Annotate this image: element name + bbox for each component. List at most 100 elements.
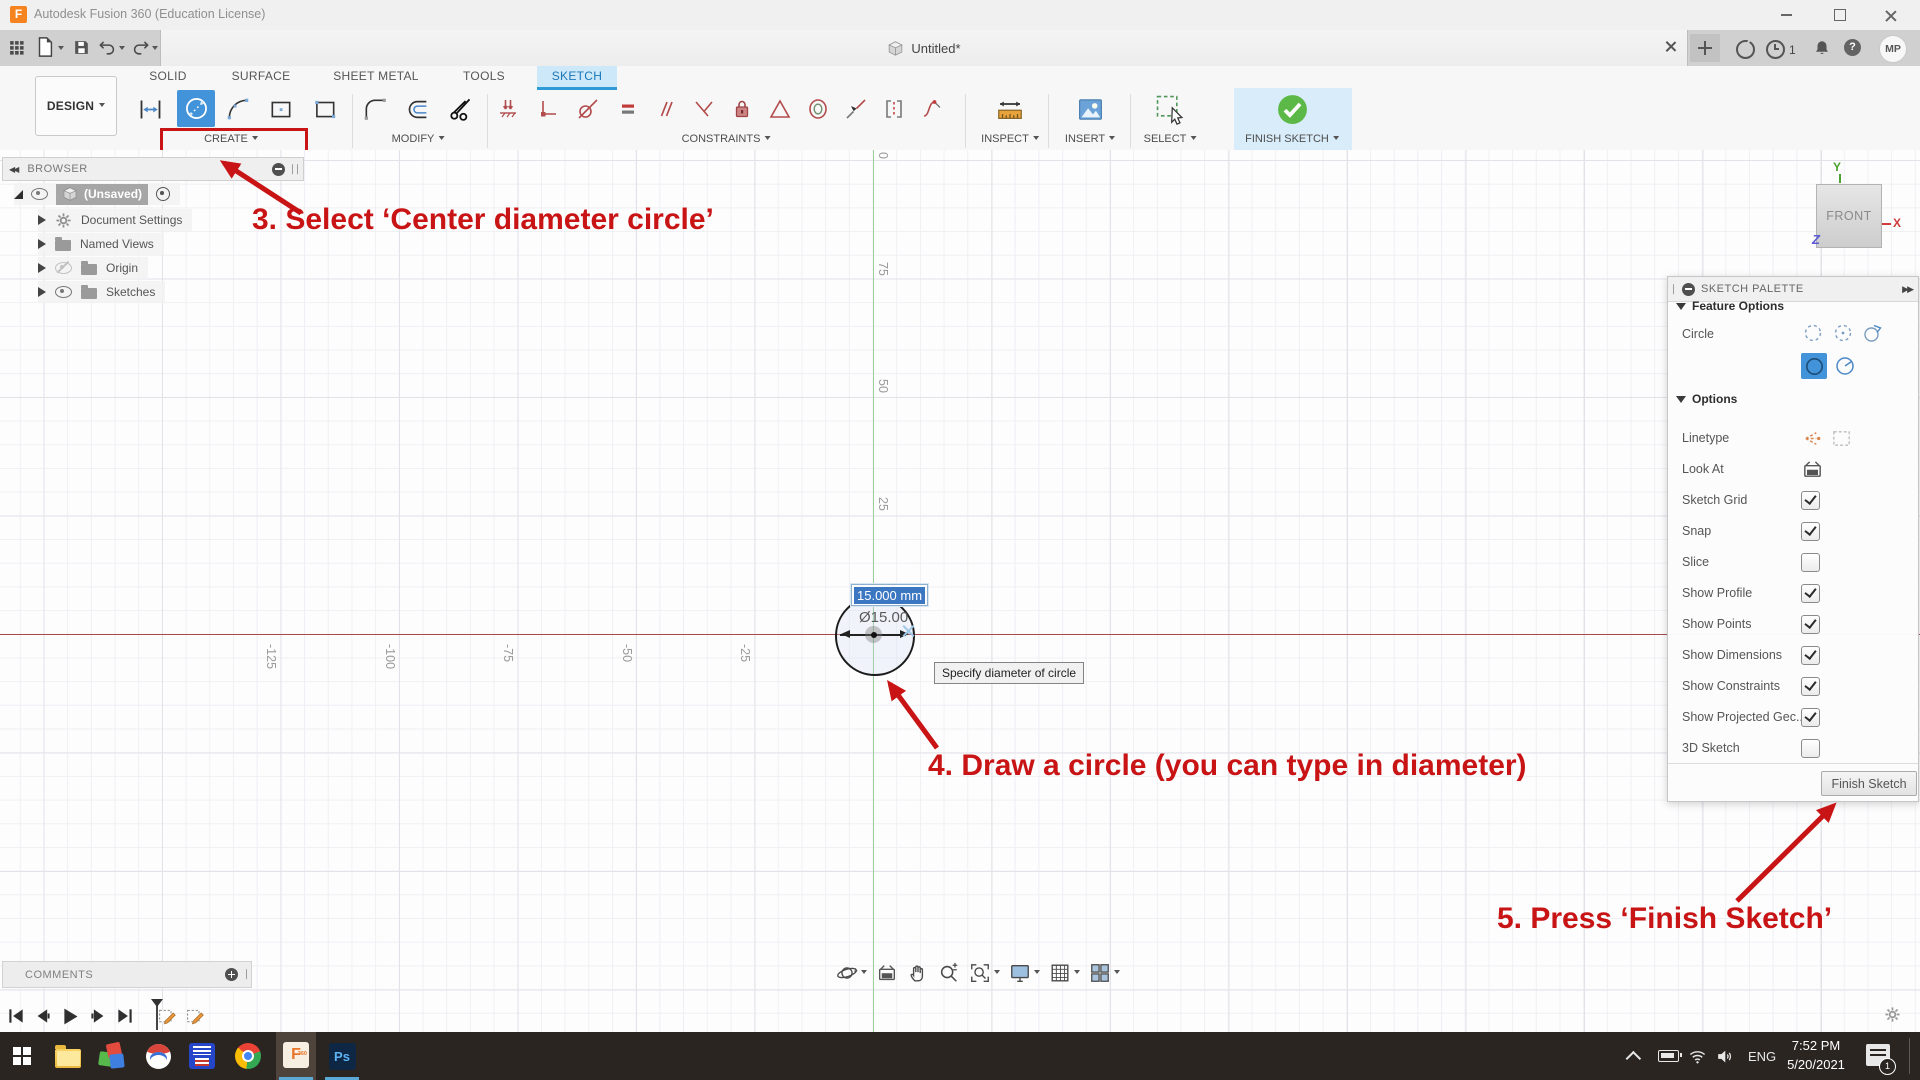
browser-item-origin[interactable]: Origin <box>38 257 148 279</box>
visibility-eye-icon[interactable] <box>31 188 48 200</box>
redo-button[interactable] <box>131 38 150 57</box>
avatar[interactable]: MP <box>1879 35 1907 63</box>
section-options[interactable]: Options <box>1676 392 1737 406</box>
browser-item-named-views[interactable]: Named Views <box>38 233 164 255</box>
step-forward-button[interactable] <box>88 1006 108 1026</box>
browser-item-unsaved[interactable]: (Unsaved) <box>14 183 180 205</box>
document-tab[interactable]: Untitled* <box>160 30 1688 66</box>
app-grid-button[interactable] <box>8 39 25 56</box>
comments-bar[interactable]: COMMENTS ∣ <box>2 961 252 988</box>
tab-tools[interactable]: TOOLS <box>463 69 505 83</box>
play-button[interactable] <box>60 1006 81 1027</box>
trim-tool[interactable] <box>443 92 477 126</box>
workspace-selector-design[interactable]: DESIGN <box>35 76 117 136</box>
circle-option-1-icon[interactable] <box>1801 321 1825 345</box>
timeline-position-marker[interactable] <box>156 999 158 1030</box>
diameter-input[interactable]: 15.000 mm <box>851 584 928 606</box>
go-to-start-button[interactable] <box>6 1006 26 1026</box>
snap-checkbox[interactable] <box>1801 522 1820 541</box>
blue-app-button[interactable] <box>180 1032 224 1080</box>
group-finish-sketch[interactable]: FINISH SKETCH <box>1245 133 1339 145</box>
offset-tool[interactable] <box>401 92 435 126</box>
tray-chevron-button[interactable] <box>1630 1032 1641 1080</box>
file-menu-button[interactable] <box>34 36 56 58</box>
browser-item-document-settings[interactable]: Document Settings <box>38 209 192 231</box>
collapsed-node-icon[interactable] <box>38 239 46 249</box>
constraint-coincident[interactable] <box>531 92 565 126</box>
group-modify[interactable]: MODIFY <box>392 133 445 145</box>
browser-item-sketches[interactable]: Sketches <box>38 281 165 303</box>
center-rectangle-tool[interactable] <box>264 92 298 126</box>
visibility-eye-icon[interactable] <box>55 286 72 298</box>
circle-option-3-icon[interactable] <box>1861 321 1885 345</box>
finish-sketch-palette-button[interactable]: Finish Sketch <box>1821 771 1917 796</box>
file-explorer-button[interactable] <box>46 1032 90 1080</box>
panel-grip-icon[interactable]: ∣ <box>244 969 249 980</box>
finish-sketch-button[interactable] <box>1275 92 1309 126</box>
group-insert[interactable]: INSERT <box>1065 133 1115 145</box>
help-button[interactable]: ? <box>1844 39 1861 56</box>
grid-settings-button[interactable] <box>1049 962 1080 984</box>
tab-sheet-metal[interactable]: SHEET METAL <box>333 69 419 83</box>
paint3d-button[interactable] <box>90 1032 134 1080</box>
show-profile-checkbox[interactable] <box>1801 584 1820 603</box>
extensions-button[interactable] <box>1736 40 1755 59</box>
3d-sketch-checkbox[interactable] <box>1801 739 1820 758</box>
fit-button[interactable] <box>969 962 1000 984</box>
dock-arrows-icon[interactable]: ▶▶ <box>1902 284 1912 295</box>
panel-minimize-icon[interactable] <box>1682 283 1695 296</box>
viewports-button[interactable] <box>1089 962 1120 984</box>
constraint-horizontal-vertical[interactable] <box>491 92 525 126</box>
clock-tray[interactable]: 7:52 PM 5/20/2021 <box>1780 1032 1852 1080</box>
show-points-checkbox[interactable] <box>1801 615 1820 634</box>
photoshop-button[interactable]: Ps <box>320 1032 364 1080</box>
new-tab-button[interactable] <box>1690 34 1720 62</box>
view-cube[interactable]: FRONT <box>1816 184 1882 248</box>
volume-indicator[interactable] <box>1715 1032 1734 1080</box>
fillet-tool[interactable] <box>358 92 392 126</box>
start-button[interactable] <box>0 1032 44 1080</box>
zoom-button[interactable] <box>938 962 960 984</box>
expanded-node-icon[interactable] <box>14 190 23 199</box>
constraint-parallel[interactable] <box>649 92 683 126</box>
add-comment-icon[interactable] <box>225 968 238 981</box>
collapsed-node-icon[interactable] <box>38 263 46 273</box>
projected-linetype-icon[interactable] <box>1830 427 1853 450</box>
orbit-button[interactable] <box>836 962 867 984</box>
group-select[interactable]: SELECT <box>1144 133 1197 145</box>
tab-surface[interactable]: SURFACE <box>232 69 291 83</box>
chrome-button[interactable] <box>226 1032 270 1080</box>
show-projected-checkbox[interactable] <box>1801 708 1820 727</box>
arc-tool[interactable] <box>221 92 255 126</box>
panel-grip-icon[interactable]: ∣ <box>1671 284 1676 295</box>
tab-sketch[interactable]: SKETCH <box>552 69 602 83</box>
panel-minimize-icon[interactable] <box>272 163 285 176</box>
visibility-off-eye-icon[interactable] <box>55 262 72 274</box>
collapsed-node-icon[interactable] <box>38 215 46 225</box>
section-feature-options[interactable]: Feature Options <box>1676 299 1784 313</box>
tab-solid[interactable]: SOLID <box>149 69 187 83</box>
constraint-symmetry[interactable] <box>877 92 911 126</box>
pan-button[interactable] <box>907 962 929 984</box>
snipping-tool-button[interactable] <box>136 1032 180 1080</box>
look-at-button[interactable] <box>876 962 898 984</box>
group-inspect[interactable]: INSPECT <box>981 133 1039 145</box>
insert-tool[interactable] <box>1073 92 1107 126</box>
center-diameter-circle-selected[interactable] <box>1801 353 1827 379</box>
constraint-midpoint[interactable] <box>839 92 873 126</box>
collapsed-node-icon[interactable] <box>38 287 46 297</box>
sketch-canvas[interactable]: 0 75 50 25 -125 -100 -75 -50 -25 15.000 … <box>0 150 1920 1032</box>
undo-button[interactable] <box>98 38 117 57</box>
constraint-curvature[interactable] <box>915 92 949 126</box>
circle-option-5-icon[interactable] <box>1833 354 1857 378</box>
wifi-indicator[interactable] <box>1688 1032 1707 1080</box>
constraint-equal[interactable] <box>611 92 645 126</box>
construction-linetype-icon[interactable] <box>1801 427 1824 450</box>
language-indicator[interactable]: ENG <box>1748 1032 1776 1080</box>
active-component-radio-icon[interactable] <box>156 187 170 201</box>
minimize-button[interactable] <box>1764 0 1808 30</box>
save-button[interactable] <box>72 38 91 57</box>
browser-panel-header[interactable]: ◀◀ BROWSER ∣∣ <box>2 157 304 181</box>
close-button[interactable] <box>1869 0 1913 30</box>
two-point-rectangle-tool[interactable] <box>308 92 342 126</box>
